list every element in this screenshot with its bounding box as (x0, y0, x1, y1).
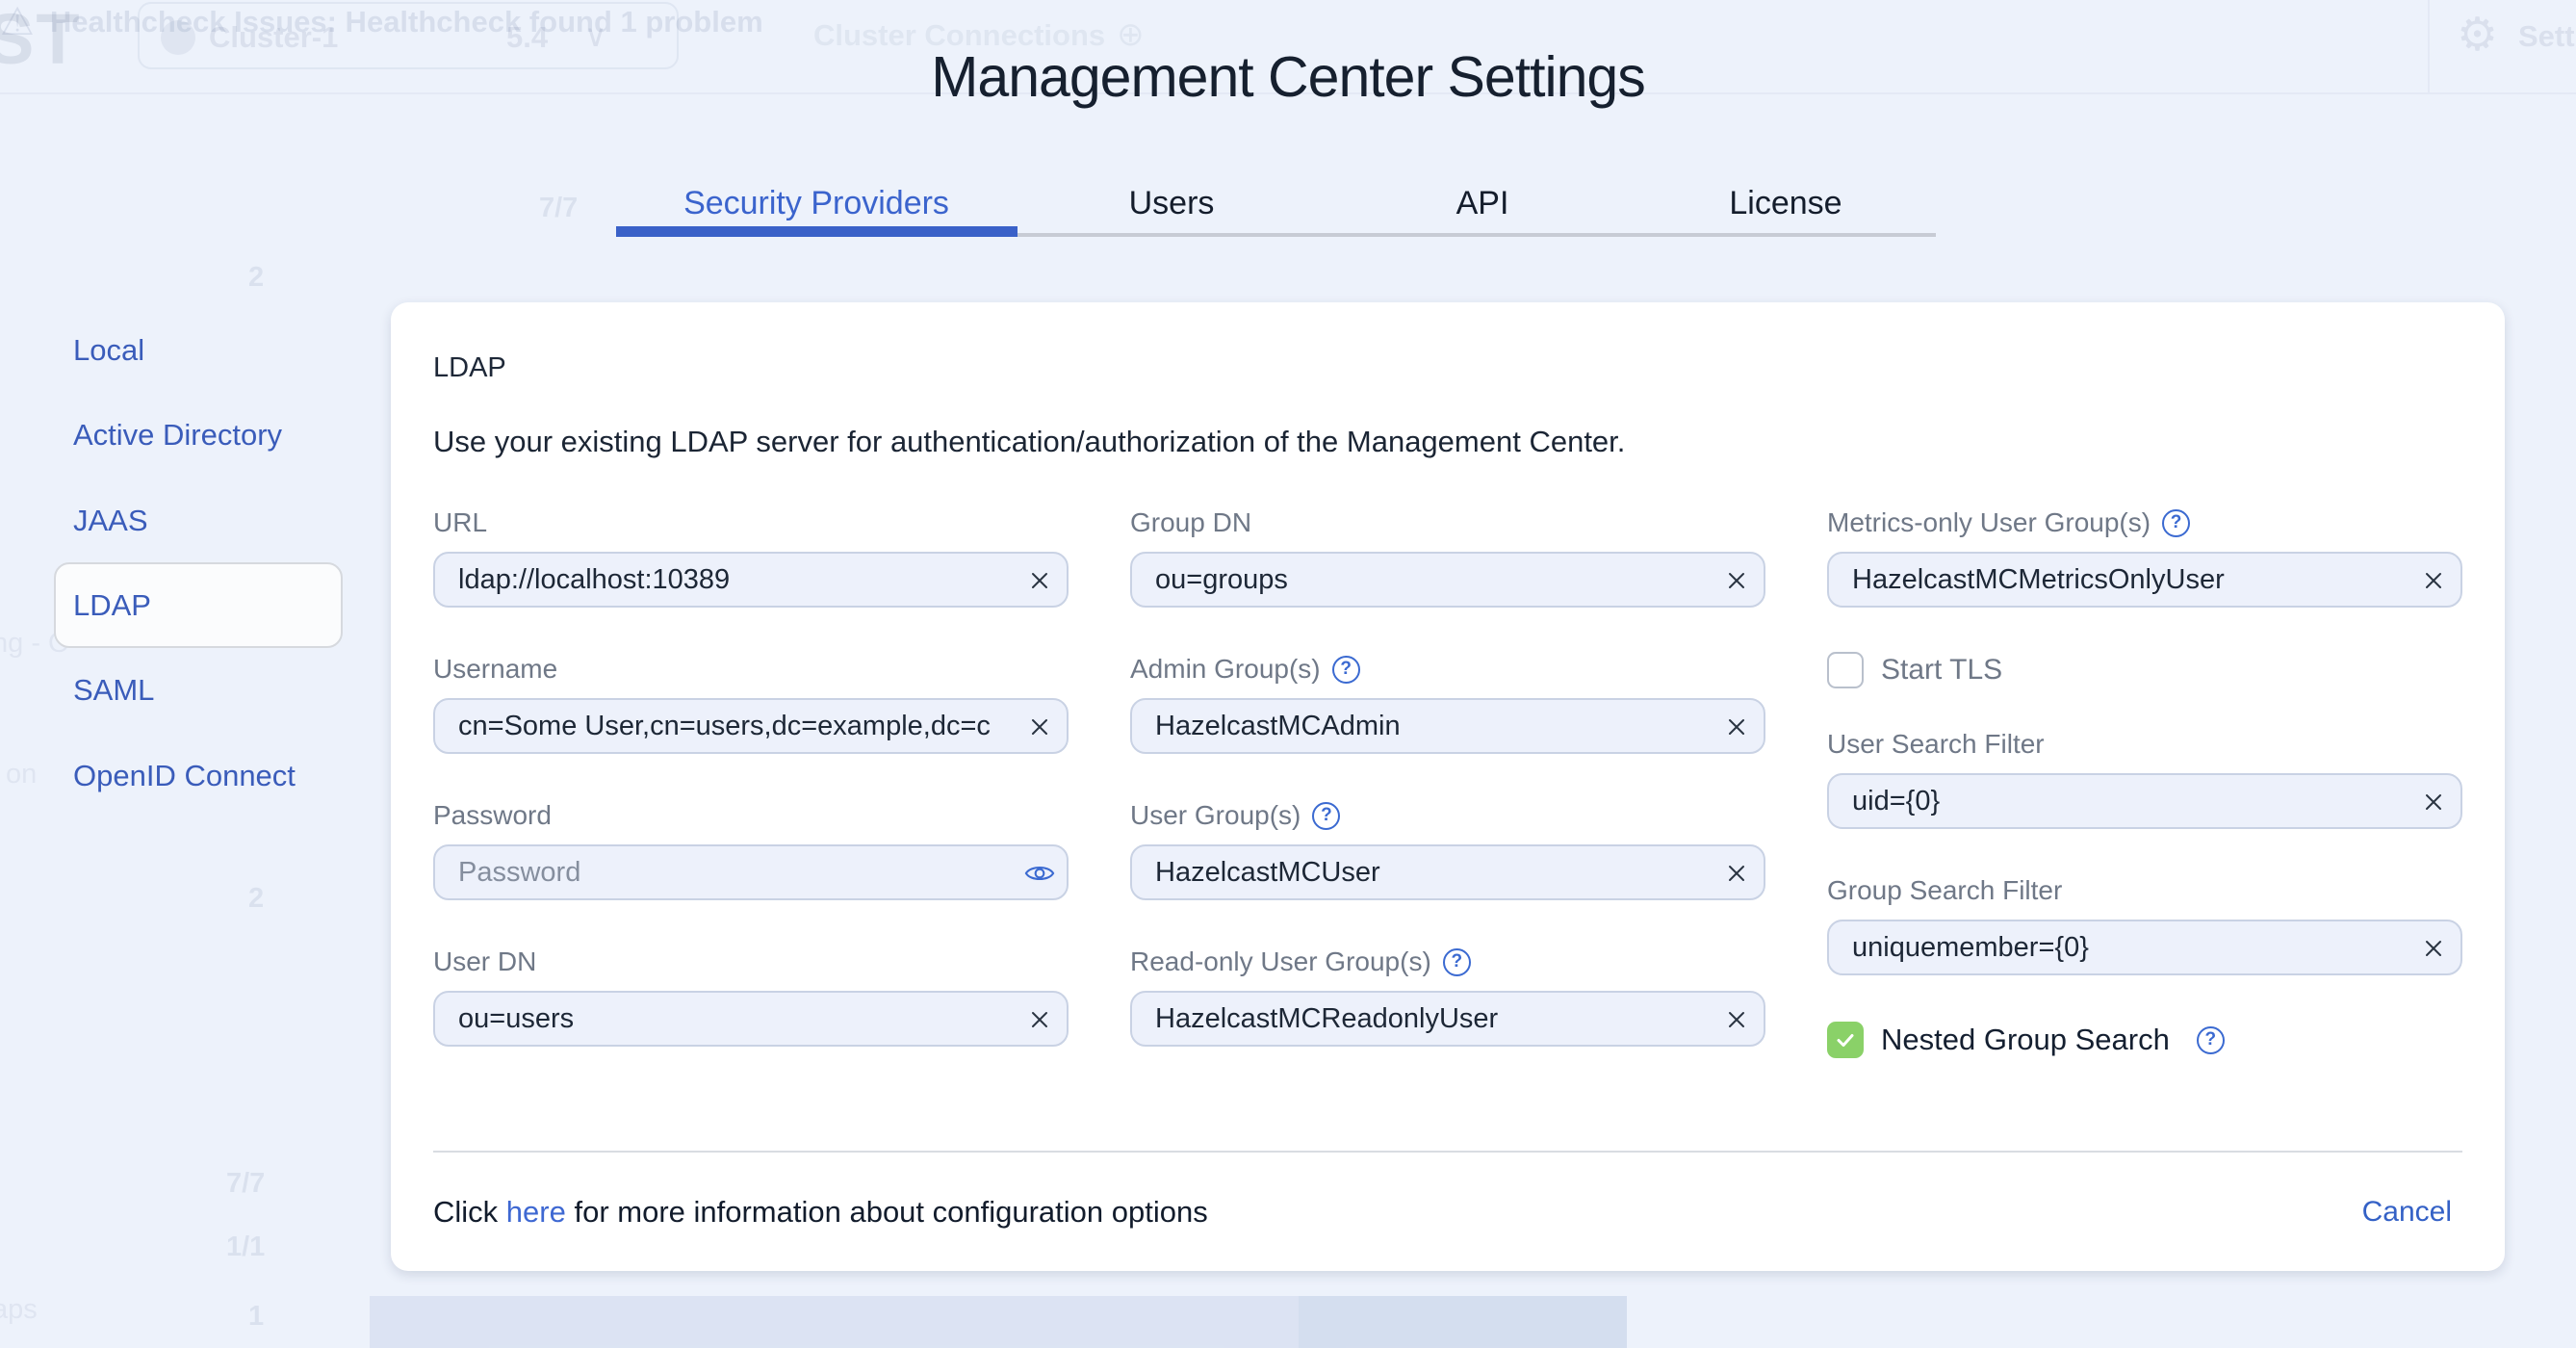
field-label: URL (433, 506, 1069, 540)
clear-icon[interactable] (1024, 565, 1055, 596)
sidebar-item-openid-connect[interactable]: OpenID Connect (73, 756, 296, 796)
start-tls-checkbox[interactable] (1827, 652, 1864, 688)
readonly-groups-input[interactable] (1130, 991, 1765, 1047)
ldap-form: URL Username Password (433, 506, 2462, 1091)
background-text-fragment: aps (0, 1294, 38, 1326)
group-search-filter-input[interactable] (1827, 920, 2462, 975)
settings-tabs: Security Providers Users API License (616, 179, 1936, 243)
field-readonly-groups: Read-only User Group(s)? (1130, 945, 1765, 1047)
start-tls-row: Start TLS (1827, 652, 2462, 688)
background-counter: 7/7 (226, 1168, 265, 1200)
sidebar-item-saml[interactable]: SAML (73, 670, 154, 711)
field-label: User Search Filter (1827, 727, 2462, 762)
field-label: Metrics-only User Group(s)? (1827, 506, 2462, 540)
tab-security-providers[interactable]: Security Providers (683, 185, 949, 222)
page-title: Management Center Settings (0, 44, 2576, 110)
background-counter: 7/7 (539, 193, 578, 224)
cancel-button[interactable]: Cancel (2362, 1196, 2452, 1229)
nested-group-search-row: Nested Group Search ? (1827, 1022, 2462, 1058)
form-column-3: Metrics-only User Group(s)? Start TLS Us… (1827, 506, 2462, 1091)
field-label: User DN (433, 945, 1069, 979)
help-icon[interactable]: ? (2162, 509, 2190, 537)
background-counter: 1/1 (226, 1231, 265, 1263)
form-column-1: URL Username Password (433, 506, 1069, 1091)
card-footer: Click here for more information about co… (433, 1174, 2452, 1251)
clear-icon[interactable] (2418, 565, 2449, 596)
background-counter: 2 (248, 262, 264, 294)
management-center-settings-screen: { "page": { "title": "Management Center … (0, 0, 2576, 1348)
clear-icon[interactable] (1024, 1004, 1055, 1035)
field-label: User Group(s)? (1130, 798, 1765, 833)
user-groups-input[interactable] (1130, 844, 1765, 900)
help-icon[interactable]: ? (1312, 802, 1340, 830)
field-admin-groups: Admin Group(s)? (1130, 652, 1765, 754)
here-link[interactable]: here (506, 1195, 566, 1229)
field-label: Admin Group(s)? (1130, 652, 1765, 687)
sidebar-item-active-directory[interactable]: Active Directory (73, 415, 282, 455)
field-user-dn: User DN (433, 945, 1069, 1047)
start-tls-label: Start TLS (1881, 654, 2002, 687)
field-label: Read-only User Group(s)? (1130, 945, 1765, 979)
username-input[interactable] (433, 698, 1069, 754)
more-info-text: Click here for more information about co… (433, 1195, 1208, 1230)
field-user-groups: User Group(s)? (1130, 798, 1765, 900)
clear-icon[interactable] (2418, 787, 2449, 817)
field-label: Username (433, 652, 1069, 687)
panel-description: Use your existing LDAP server for authen… (433, 425, 2462, 459)
clear-icon[interactable] (1721, 858, 1752, 889)
help-icon[interactable]: ? (1443, 948, 1471, 976)
clear-icon[interactable] (1721, 1004, 1752, 1035)
field-label: Group DN (1130, 506, 1765, 540)
sidebar-item-local[interactable]: Local (73, 330, 144, 371)
sidebar-item-jaas[interactable]: JAAS (73, 501, 148, 541)
password-input[interactable] (433, 844, 1069, 900)
field-group-dn: Group DN (1130, 506, 1765, 608)
field-metrics-groups: Metrics-only User Group(s)? (1827, 506, 2462, 608)
background-counter: 1 (248, 1301, 264, 1333)
field-username: Username (433, 652, 1069, 754)
field-user-search-filter: User Search Filter (1827, 727, 2462, 829)
field-url: URL (433, 506, 1069, 608)
url-input[interactable] (433, 552, 1069, 608)
clear-icon[interactable] (1024, 712, 1055, 742)
field-label: Password (433, 798, 1069, 833)
tab-api[interactable]: API (1456, 185, 1509, 222)
clear-icon[interactable] (1721, 712, 1752, 742)
active-tab-indicator (616, 226, 1018, 237)
footer-divider (433, 1151, 2462, 1153)
clear-icon[interactable] (1721, 565, 1752, 596)
clear-icon[interactable] (2418, 933, 2449, 964)
metrics-groups-input[interactable] (1827, 552, 2462, 608)
show-password-eye-icon[interactable] (1024, 858, 1055, 889)
user-search-filter-input[interactable] (1827, 773, 2462, 829)
field-label: Group Search Filter (1827, 873, 2462, 908)
panel-heading: LDAP (433, 352, 2462, 384)
tab-license[interactable]: License (1729, 185, 1842, 222)
user-dn-input[interactable] (433, 991, 1069, 1047)
help-icon[interactable]: ? (2197, 1026, 2225, 1054)
dimmed-background-page: ST Cluster-1 5.4 ∨ Cluster Connections⊕ … (0, 0, 2576, 44)
background-table-band (1299, 1296, 1627, 1348)
background-counter: 2 (248, 883, 264, 915)
group-dn-input[interactable] (1130, 552, 1765, 608)
background-table-band (370, 1296, 1299, 1348)
sidebar-item-ldap[interactable]: LDAP (73, 585, 151, 626)
nested-group-search-label: Nested Group Search (1881, 1023, 2170, 1057)
form-column-2: Group DN Admin Group(s)? Use (1130, 506, 1765, 1091)
ldap-settings-card: LDAP Use your existing LDAP server for a… (391, 302, 2505, 1271)
help-icon[interactable]: ? (1332, 656, 1360, 684)
field-group-search-filter: Group Search Filter (1827, 873, 2462, 975)
background-text-fragment: on (6, 759, 37, 791)
field-password: Password (433, 798, 1069, 900)
nested-group-search-checkbox[interactable] (1827, 1022, 1864, 1058)
tab-users[interactable]: Users (1129, 185, 1215, 222)
admin-groups-input[interactable] (1130, 698, 1765, 754)
